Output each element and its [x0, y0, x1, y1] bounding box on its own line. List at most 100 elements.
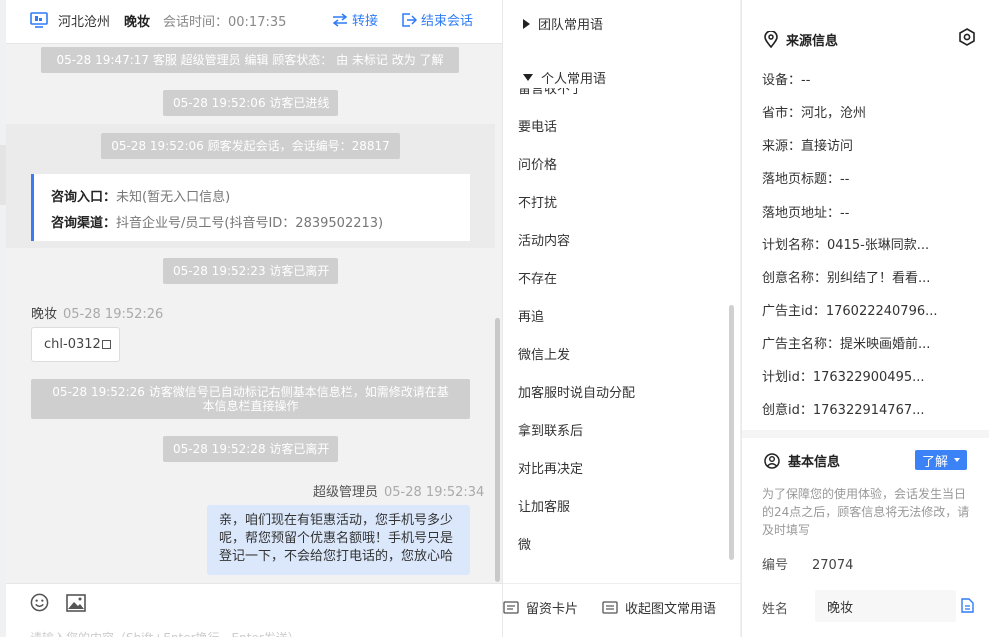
user-icon — [764, 452, 780, 469]
phrase-item[interactable]: 不存在 — [518, 268, 557, 287]
source-row: 落地页标题：-- — [762, 172, 850, 187]
agent-message-line: 亲，咱们现在有钜惠活动，您手机号多少 — [219, 513, 454, 528]
section-divider — [742, 430, 989, 438]
transfer-label: 转接 — [352, 14, 379, 29]
system-message: 05-28 19:52:06 顾客发起会话，会话编号：28817 — [101, 133, 400, 159]
source-info-title: 来源信息 — [786, 34, 839, 49]
customer-id-value: 27074 — [812, 558, 854, 573]
source-row: 落地页地址：-- — [762, 206, 850, 221]
chat-input-toolbar: 请输入您的内容（Shift+Enter换行，Enter发送） — [6, 583, 502, 637]
phrase-item[interactable]: 微信上发 — [518, 344, 570, 363]
system-message: 05-28 19:52:28 访客已离开 — [163, 436, 338, 462]
visitor-name: 晚妆 — [124, 15, 151, 30]
card-icon — [503, 601, 519, 614]
phrase-item[interactable]: 拿到联系后 — [518, 420, 583, 439]
phrase-item[interactable]: 活动内容 — [518, 230, 570, 249]
phrase-item[interactable]: 要电话 — [518, 116, 557, 135]
phrase-item[interactable]: 再追 — [518, 306, 544, 325]
system-message-line: 05-28 19:52:26 访客微信号已自动标记右侧基本信息栏，如需修改请在基 — [52, 385, 449, 399]
system-message: 05-28 19:47:17 客服 超级管理员 编辑 顾客状态： 由 未标记 改… — [41, 47, 459, 73]
team-phrases-label: 团队常用语 — [538, 18, 604, 33]
visitor-message-meta: 晚妆 05-28 19:52:26 — [31, 303, 163, 322]
source-row: 省市：河北，沧州 — [762, 106, 867, 121]
customer-info-panel: 来源信息 设备：-- 省市：河北，沧州 来源：直接访问 落地页标题：-- 落地页… — [741, 0, 989, 637]
basic-info-header: 基本信息 — [764, 451, 840, 470]
source-row: 广告主名称：提米映画婚前... — [762, 337, 931, 352]
agent-message-bubble: 亲，咱们现在有钜惠活动，您手机号多少 呢，帮您预留个优惠名额哦！手机号只是 登记… — [207, 505, 470, 575]
phrase-scrollbar[interactable] — [729, 305, 734, 560]
source-row: 设备：-- — [762, 73, 811, 88]
customer-id-row: 编号 27074 — [762, 554, 853, 573]
customer-status-dropdown[interactable]: 了解 — [915, 450, 967, 470]
source-row: 创意名称：别纠结了！看看... — [762, 271, 931, 286]
source-row: 来源：直接访问 — [762, 139, 854, 154]
customer-status-value: 了解 — [922, 455, 949, 470]
consult-entry-row: 咨询入口：未知(暂无入口信息) — [51, 186, 230, 205]
visitor-message-time: 05-28 19:52:26 — [63, 307, 164, 322]
collapse-phrases-label: 收起图文常用语 — [625, 602, 717, 617]
caret-down-icon — [954, 458, 960, 462]
phrase-item[interactable]: 问价格 — [518, 154, 557, 173]
agent-message-meta: 超级管理员 05-28 19:52:34 — [313, 481, 484, 500]
expanded-arrow-icon — [523, 74, 533, 81]
source-row: 创意id：176322914767... — [762, 403, 925, 418]
edit-icon[interactable] — [961, 598, 974, 613]
visitor-location: 河北沧州 — [58, 15, 111, 30]
personal-phrases-label: 个人常用语 — [541, 72, 607, 87]
emoji-icon[interactable] — [30, 593, 49, 612]
session-timer: 会话时间：00:17:35 — [163, 15, 287, 30]
message-input[interactable]: 请输入您的内容（Shift+Enter换行，Enter发送） — [30, 629, 300, 637]
transfer-icon — [332, 12, 348, 27]
visitor-message-bubble[interactable]: chl-0312 — [31, 327, 120, 362]
settings-icon[interactable] — [958, 28, 976, 46]
edit-deadline-notice: 为了保障您的使用体验，会话发生当日的24点之后，顾客信息将无法修改，请及时填写 — [762, 487, 970, 537]
agent-message-line: 呢，帮您预留个优惠名额哦！手机号只是 — [219, 531, 454, 546]
lead-card-button[interactable]: 留资卡片 — [503, 598, 578, 617]
exit-icon — [402, 12, 417, 27]
source-row: 计划id：176322900495... — [762, 370, 925, 385]
personal-phrases-group[interactable]: 个人常用语 — [523, 68, 606, 87]
visitor-message-name: 晚妆 — [31, 307, 58, 322]
image-icon[interactable] — [66, 594, 86, 612]
agent-message-line: 登记一下，不会给您打电话的，您放心哈 — [219, 549, 454, 564]
collapse-phrases-button[interactable]: 收起图文常用语 — [602, 598, 716, 617]
consult-info-card: 咨询入口：未知(暂无入口信息) 咨询渠道：抖音企业号/员工号(抖音号ID：283… — [31, 174, 470, 241]
phrase-item[interactable]: 对比再决定 — [518, 458, 583, 477]
visitor-message-text: chl-0312 — [44, 337, 101, 352]
location-pin-icon — [764, 31, 778, 48]
phrase-item[interactable]: 留言收不了 — [518, 88, 583, 97]
chat-header: 河北沧州 晚妆 会话时间：00:17:35 转接 结束会话 — [6, 0, 502, 44]
team-phrases-group[interactable]: 团队常用语 — [523, 14, 603, 33]
lead-card-label: 留资卡片 — [526, 602, 579, 617]
system-message: 05-28 19:52:06 访客已进线 — [163, 90, 338, 116]
agent-message-name: 超级管理员 — [313, 485, 379, 500]
consult-channel-label: 咨询渠道： — [51, 216, 117, 231]
system-message-line: 本信息栏直接操作 — [202, 399, 299, 413]
transfer-button[interactable]: 转接 — [332, 10, 378, 29]
phrase-item[interactable]: 让加客服 — [518, 496, 570, 515]
phrase-item[interactable]: 加客服时说自动分配 — [518, 382, 635, 401]
basic-info-title: 基本信息 — [788, 455, 841, 470]
message-icon — [602, 601, 618, 614]
phrase-item[interactable]: 不打扰 — [518, 192, 557, 211]
consult-entry-value: 未知(暂无入口信息) — [116, 190, 231, 205]
consult-entry-label: 咨询入口： — [51, 190, 117, 205]
end-session-button[interactable]: 结束会话 — [402, 10, 473, 29]
collapsed-arrow-icon — [523, 18, 530, 29]
phrase-item[interactable]: 微 — [518, 534, 531, 553]
source-info-header: 来源信息 — [764, 30, 838, 49]
source-row: 计划名称：0415-张琳同款... — [762, 238, 930, 253]
consult-channel-row: 咨询渠道：抖音企业号/员工号(抖音号ID：2839502213) — [51, 212, 383, 231]
copy-icon[interactable] — [101, 340, 111, 349]
phrase-list: 留言收不了 要电话 问价格 不打扰 活动内容 不存在 再追 微信上发 加客服时说… — [503, 88, 733, 558]
phrase-footer: 留资卡片 收起图文常用语 — [503, 583, 741, 637]
system-message: 05-28 19:52:26 访客微信号已自动标记右侧基本信息栏，如需修改请在基… — [31, 379, 470, 419]
chat-scrollbar[interactable] — [495, 318, 500, 582]
end-session-label: 结束会话 — [421, 14, 474, 29]
source-row: 广告主id：176022240796... — [762, 304, 938, 319]
chat-panel: 河北沧州 晚妆 会话时间：00:17:35 转接 结束会话 05-28 19:4… — [6, 0, 502, 637]
customer-name-field[interactable]: 晚妆 — [815, 590, 956, 622]
agent-message-time: 05-28 19:52:34 — [384, 485, 485, 500]
consult-channel-value: 抖音企业号/员工号(抖音号ID：2839502213) — [116, 216, 384, 231]
left-edge-strip — [0, 145, 6, 205]
